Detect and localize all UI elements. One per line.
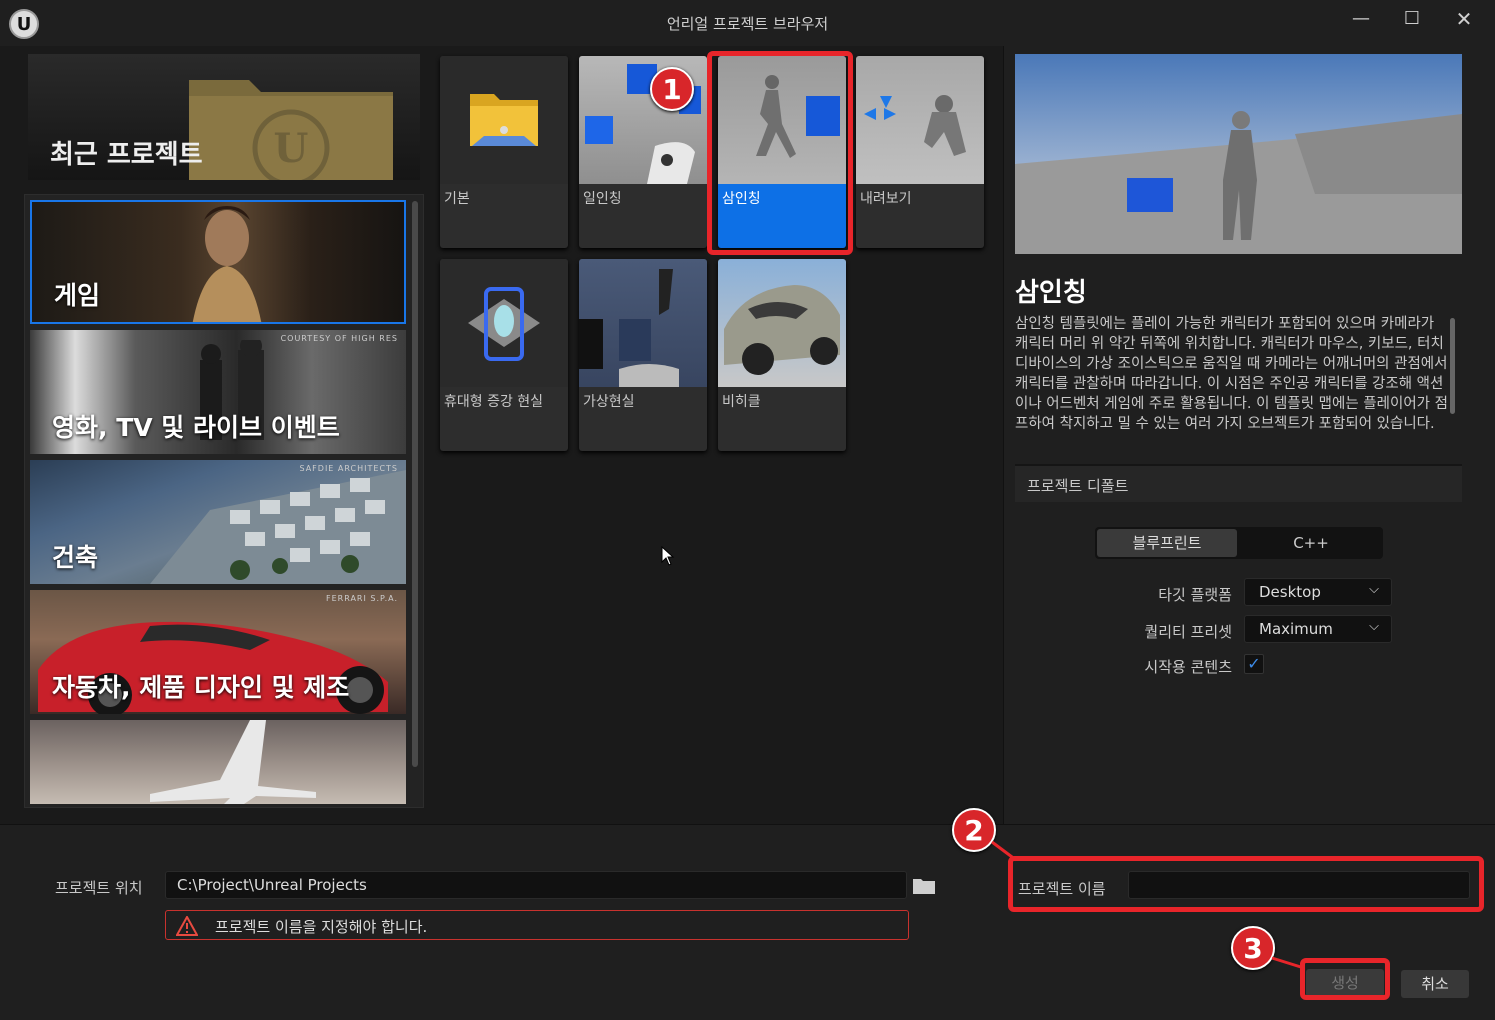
project-name-label: 프로젝트 이름 bbox=[1018, 880, 1106, 898]
ar-phone-icon bbox=[468, 287, 540, 361]
chevron-down-icon: ⌵ bbox=[1369, 582, 1379, 597]
category-game[interactable]: 게임 bbox=[30, 200, 406, 324]
cancel-button[interactable]: 취소 bbox=[1401, 970, 1469, 998]
target-platform-value: Desktop bbox=[1259, 583, 1321, 601]
vr-scene bbox=[579, 269, 679, 387]
category-list[interactable]: 게임 COURTESY OF HIGH RES 영화, TV 및 라이브 이벤트 bbox=[24, 194, 424, 808]
quality-preset-label: 퀄리티 프리셋 bbox=[1144, 623, 1232, 641]
main-area: U 최근 프로젝트 게임 COURTESY OF HIGH RES 영화, TV… bbox=[0, 46, 1495, 824]
template-thumbnail bbox=[579, 259, 707, 387]
template-third-person[interactable]: 삼인칭 bbox=[718, 56, 846, 248]
project-location-input[interactable]: C:\Project\Unreal Projects bbox=[165, 871, 907, 899]
airplane-image bbox=[150, 720, 316, 804]
badge-connector-line bbox=[1271, 956, 1305, 970]
category-credit: COURTESY OF HIGH RES bbox=[280, 334, 398, 343]
category-credit: SAFDIE ARCHITECTS bbox=[299, 464, 398, 473]
template-thumbnail bbox=[718, 56, 846, 184]
target-platform-select[interactable]: Desktop ⌵ bbox=[1244, 578, 1392, 606]
category-automotive[interactable]: FERRARI S.P.A. 자동차, 제품 디자인 및 제조 bbox=[30, 590, 406, 714]
project-name-input[interactable] bbox=[1128, 871, 1470, 899]
template-vr[interactable]: 가상현실 bbox=[579, 259, 707, 451]
minimize-button[interactable]: — bbox=[1341, 6, 1381, 34]
template-label: 가상현실 bbox=[583, 394, 635, 410]
svg-text:U: U bbox=[274, 125, 309, 172]
error-message-box: 프로젝트 이름을 지정해야 합니다. bbox=[165, 910, 909, 940]
warning-icon bbox=[176, 916, 198, 936]
starter-content-checkbox[interactable]: ✓ bbox=[1244, 654, 1264, 674]
template-label: 내려보기 bbox=[860, 191, 912, 207]
template-label: 삼인칭 bbox=[722, 191, 761, 207]
category-credit: FERRARI S.P.A. bbox=[326, 594, 398, 603]
building-image bbox=[150, 470, 406, 584]
step-badge-1: 1 bbox=[650, 67, 694, 111]
project-settings-footer: 프로젝트 위치 C:\Project\Unreal Projects 프로젝트 … bbox=[0, 824, 1495, 1020]
category-label: 건축 bbox=[52, 543, 99, 572]
step-badge-3: 3 bbox=[1231, 926, 1275, 970]
template-thumbnail bbox=[440, 259, 568, 387]
title-bar: U 언리얼 프로젝트 브라우저 — ☐ ✕ bbox=[0, 0, 1495, 46]
category-label: 게임 bbox=[54, 281, 101, 310]
template-description: 삼인칭 템플릿에는 플레이 가능한 캐릭터가 포함되어 있으며 카메라가 캐릭터… bbox=[1015, 316, 1448, 432]
category-scrollbar[interactable] bbox=[412, 201, 418, 767]
template-handheld-ar[interactable]: 휴대형 증강 현실 bbox=[440, 259, 568, 451]
chevron-down-icon: ⌵ bbox=[1369, 619, 1379, 634]
description-scrollbar[interactable] bbox=[1450, 318, 1455, 414]
folder-icon: U bbox=[189, 80, 393, 180]
category-label: 영화, TV 및 라이브 이벤트 bbox=[52, 413, 340, 442]
vehicle-car-image bbox=[724, 285, 840, 375]
template-label: 비히클 bbox=[722, 394, 761, 410]
language-toggle: 블루프린트 C++ bbox=[1095, 527, 1383, 559]
category-architecture[interactable]: SAFDIE ARCHITECTS 건축 bbox=[30, 460, 406, 584]
create-button[interactable]: 생성 bbox=[1306, 969, 1384, 997]
third-person-scene bbox=[756, 75, 840, 158]
template-label: 기본 bbox=[444, 191, 470, 207]
top-down-scene bbox=[864, 95, 966, 156]
details-panel: 삼인칭 삼인칭 템플릿에는 플레이 가능한 캐릭터가 포함되어 있으며 카메라가… bbox=[1003, 46, 1495, 824]
blueprint-option[interactable]: 블루프린트 bbox=[1097, 529, 1237, 557]
recent-projects-label: 최근 프로젝트 bbox=[50, 140, 203, 170]
close-button[interactable]: ✕ bbox=[1444, 6, 1484, 34]
template-vehicle[interactable]: 비히클 bbox=[718, 259, 846, 451]
mouse-cursor-icon bbox=[661, 546, 675, 566]
badge-connector-line bbox=[991, 840, 1017, 862]
cpp-option[interactable]: C++ bbox=[1241, 529, 1381, 557]
category-film-tv[interactable]: COURTESY OF HIGH RES 영화, TV 및 라이브 이벤트 bbox=[30, 330, 406, 454]
template-thumbnail bbox=[718, 259, 846, 387]
template-title: 삼인칭 bbox=[1015, 278, 1087, 308]
starter-content-label: 시작용 콘텐츠 bbox=[1144, 658, 1232, 676]
error-message: 프로젝트 이름을 지정해야 합니다. bbox=[215, 918, 428, 936]
template-top-down[interactable]: 내려보기 bbox=[856, 56, 984, 248]
template-preview-image bbox=[1015, 54, 1462, 254]
template-blank[interactable]: 기본 bbox=[440, 56, 568, 248]
category-label: 자동차, 제품 디자인 및 제조 bbox=[52, 673, 350, 702]
browse-folder-icon[interactable] bbox=[912, 875, 936, 895]
project-location-label: 프로젝트 위치 bbox=[55, 879, 143, 897]
folder-template-icon bbox=[470, 94, 538, 146]
template-grid: 기본 일인칭 삼인칭 내려보기 휴대형 증강 현실 가상현실 비히클 bbox=[440, 56, 990, 456]
project-defaults-header: 프로젝트 디폴트 bbox=[1015, 464, 1462, 502]
quality-preset-value: Maximum bbox=[1259, 620, 1333, 638]
target-platform-label: 타깃 플랫폼 bbox=[1158, 586, 1232, 604]
category-simulation[interactable] bbox=[30, 720, 406, 804]
template-label: 휴대형 증강 현실 bbox=[444, 394, 544, 410]
window-title: 언리얼 프로젝트 브라우저 bbox=[666, 15, 829, 33]
template-thumbnail bbox=[440, 56, 568, 184]
maximize-button[interactable]: ☐ bbox=[1392, 6, 1432, 34]
recent-projects-button[interactable]: U 최근 프로젝트 bbox=[28, 54, 420, 180]
third-person-preview-scene bbox=[1015, 54, 1462, 254]
quality-preset-select[interactable]: Maximum ⌵ bbox=[1244, 615, 1392, 643]
character-portrait bbox=[192, 206, 262, 322]
template-label: 일인칭 bbox=[583, 191, 622, 207]
template-thumbnail bbox=[856, 56, 984, 184]
